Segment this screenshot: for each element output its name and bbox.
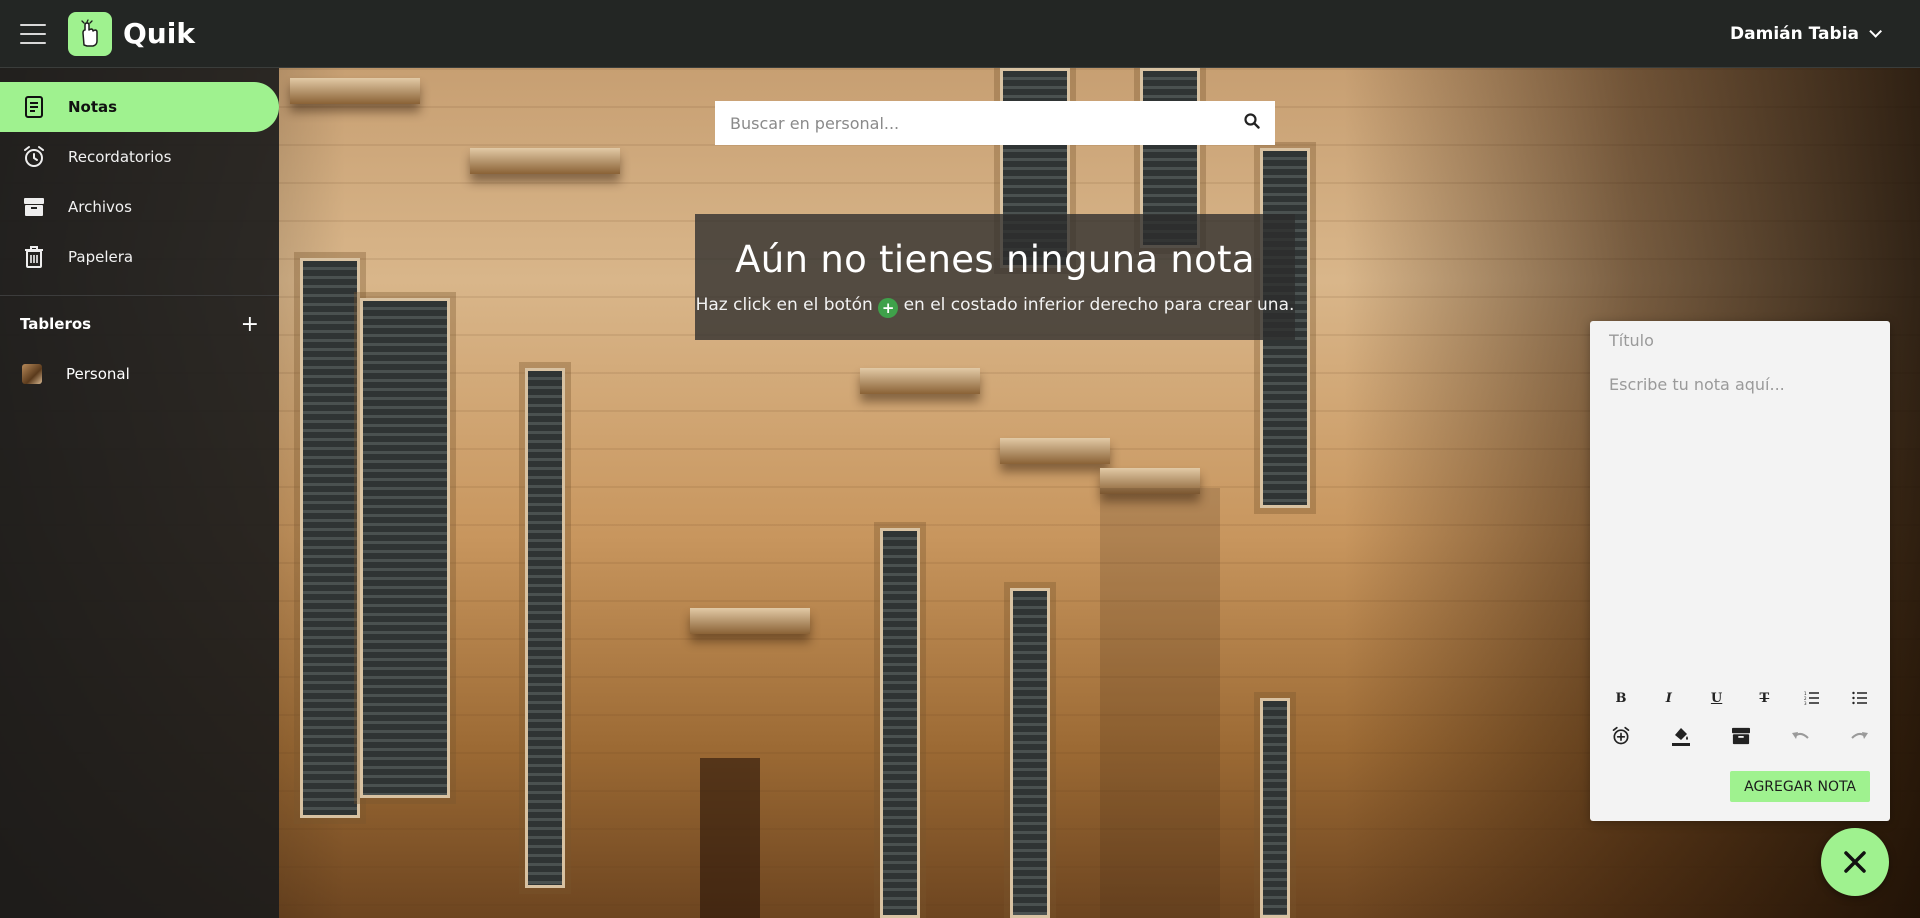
- search-input[interactable]: [730, 113, 1244, 133]
- sidebar-item-notas[interactable]: Notas: [0, 82, 279, 132]
- empty-state-title: Aún no tienes ninguna nota: [735, 238, 1255, 281]
- archive-icon: [22, 195, 46, 219]
- user-menu[interactable]: Damián Tabia: [1730, 23, 1882, 44]
- archive-icon[interactable]: [1728, 723, 1754, 749]
- board-thumbnail: [22, 364, 42, 384]
- close-fab-button[interactable]: [1821, 828, 1889, 896]
- search-icon[interactable]: [1244, 113, 1260, 133]
- note-composer: B I U T 123 AGREGAR NOTA: [1590, 321, 1890, 821]
- sidebar: Notas Recordatorios Archivos Papelera Ta…: [0, 68, 279, 918]
- action-toolbar: [1608, 723, 1873, 749]
- search-bar: [715, 101, 1275, 145]
- user-name: Damián Tabia: [1730, 23, 1859, 44]
- ordered-list-icon[interactable]: 123: [1799, 685, 1825, 711]
- empty-state-message: Haz click en el botón + en el costado in…: [695, 295, 1295, 318]
- boards-title: Tableros: [20, 315, 92, 333]
- empty-state: Aún no tienes ninguna nota Haz click en …: [695, 214, 1295, 340]
- undo-icon[interactable]: [1787, 723, 1813, 749]
- board-label: Personal: [66, 365, 130, 383]
- sidebar-item-label: Notas: [68, 98, 118, 116]
- sidebar-board-personal[interactable]: Personal: [0, 352, 279, 396]
- redo-icon[interactable]: [1847, 723, 1873, 749]
- svg-text:3: 3: [1804, 701, 1807, 705]
- alarm-icon: [22, 145, 46, 169]
- italic-icon[interactable]: I: [1656, 685, 1682, 711]
- close-icon: [1844, 851, 1866, 873]
- inline-plus-icon: +: [878, 298, 899, 318]
- chevron-down-icon: [1869, 25, 1882, 38]
- sidebar-item-recordatorios[interactable]: Recordatorios: [0, 132, 279, 182]
- sidebar-item-label: Archivos: [68, 198, 132, 216]
- format-toolbar: B I U T 123: [1608, 685, 1873, 711]
- reminder-icon[interactable]: [1608, 723, 1634, 749]
- bold-icon[interactable]: B: [1608, 685, 1634, 711]
- note-title-input[interactable]: [1609, 331, 1871, 350]
- strikethrough-icon[interactable]: T: [1751, 685, 1777, 711]
- brand-name: Quik: [123, 17, 195, 50]
- hamburger-menu-icon[interactable]: [20, 23, 46, 44]
- sidebar-item-label: Papelera: [68, 248, 134, 266]
- boards-header: Tableros +: [0, 296, 279, 352]
- trash-icon: [22, 245, 46, 269]
- underline-icon[interactable]: U: [1704, 685, 1730, 711]
- note-icon: [22, 95, 46, 119]
- sidebar-item-label: Recordatorios: [68, 148, 172, 166]
- sidebar-item-archivos[interactable]: Archivos: [0, 182, 279, 232]
- add-board-icon[interactable]: +: [241, 312, 259, 337]
- top-bar: Quik Damián Tabia: [0, 0, 1920, 68]
- add-note-button[interactable]: AGREGAR NOTA: [1730, 771, 1870, 802]
- unordered-list-icon[interactable]: [1847, 685, 1873, 711]
- note-body-input[interactable]: [1609, 375, 1871, 595]
- fill-color-icon[interactable]: [1668, 723, 1694, 749]
- quik-logo-icon[interactable]: [68, 11, 112, 56]
- sidebar-item-papelera[interactable]: Papelera: [0, 232, 279, 282]
